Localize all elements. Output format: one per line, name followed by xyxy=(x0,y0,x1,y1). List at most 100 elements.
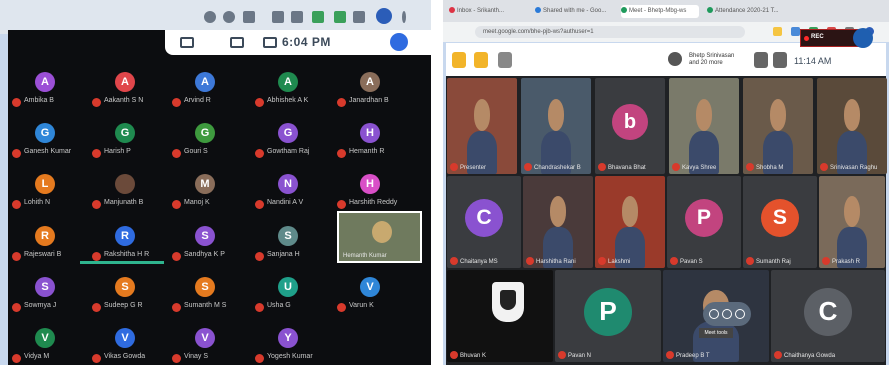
layout-icon[interactable] xyxy=(180,37,194,48)
participant-tile[interactable]: N Nandini A V xyxy=(255,166,341,216)
participant-tile[interactable]: V Vidya M xyxy=(12,320,98,365)
mic-off-icon xyxy=(12,354,21,363)
participant-tile[interactable]: Harshitha Rani xyxy=(523,176,593,268)
extension-icon[interactable] xyxy=(312,11,324,23)
menu-icon[interactable] xyxy=(402,11,406,23)
extension-icon[interactable] xyxy=(272,11,284,23)
meet-tools-control[interactable] xyxy=(703,302,751,326)
participant-avatar xyxy=(115,174,135,194)
participant-name: Vidya M xyxy=(24,353,50,360)
mic-off-icon xyxy=(172,354,181,363)
tool-icon[interactable] xyxy=(709,309,719,319)
video-tile[interactable]: Hemanth Kumar xyxy=(337,211,422,263)
extension-icon[interactable] xyxy=(291,11,303,23)
participant-tile[interactable]: G Harish P xyxy=(92,115,178,165)
tool-icon[interactable] xyxy=(722,309,732,319)
participant-tile[interactable]: Kavya Shree xyxy=(669,78,739,174)
participant-tile[interactable]: S Sudeep G R xyxy=(92,269,178,319)
participant-avatar: H xyxy=(360,123,380,143)
participant-tile[interactable]: G Gowtham Raj xyxy=(255,115,341,165)
participant-tile[interactable]: A Janardhan B xyxy=(337,64,423,114)
participant-face xyxy=(695,99,713,131)
mic-off-icon xyxy=(92,98,101,107)
active-speaker-indicator xyxy=(80,261,164,264)
tab-drive[interactable]: Shared with me - Goo... xyxy=(535,5,613,18)
participant-tile[interactable]: S Sumanth M S xyxy=(172,269,258,319)
people-icon[interactable] xyxy=(754,52,768,68)
mic-off-icon xyxy=(172,149,181,158)
tab-sheet[interactable]: Attendance 2020-21 T... xyxy=(707,5,785,18)
participant-tile[interactable]: Manjunath B xyxy=(92,166,178,216)
mic-off-icon xyxy=(12,149,21,158)
participant-tile[interactable]: A Abhishek A K xyxy=(255,64,341,114)
tab-meet[interactable]: Meet - Bhetp-Mbg-ws xyxy=(621,5,699,18)
participant-tile[interactable]: S Sumanth Raj xyxy=(743,176,817,268)
participant-tile[interactable]: A Ambika B xyxy=(12,64,98,114)
participant-tile[interactable]: A Arvind R xyxy=(172,64,258,114)
participant-avatar: G xyxy=(35,123,55,143)
participant-tile[interactable]: V Vinay S xyxy=(172,320,258,365)
participant-tile[interactable]: Shobha M xyxy=(743,78,813,174)
account-avatar[interactable] xyxy=(853,28,873,48)
participant-tile[interactable]: V Vikas Gowda xyxy=(92,320,178,365)
tool-icon[interactable] xyxy=(735,309,745,319)
participant-tile[interactable]: Bhuvan K xyxy=(447,270,553,362)
participant-tile[interactable]: C Chaitanya MS xyxy=(447,176,521,268)
participant-name: Arvind R xyxy=(184,97,211,104)
participant-tile[interactable]: G Ganesh Kumar xyxy=(12,115,98,165)
profile-avatar[interactable] xyxy=(376,8,392,24)
mic-off-icon xyxy=(172,98,181,107)
participant-tile[interactable]: P Pavan N xyxy=(555,270,661,362)
mic-off-icon xyxy=(255,252,264,261)
participant-name: Sumanth M S xyxy=(184,302,227,309)
participant-tile[interactable]: H Hemanth R xyxy=(337,115,423,165)
participant-name: Kavya Shree xyxy=(682,165,717,171)
url-field[interactable]: meet.google.com/bhe-pjb-ws?authuser=1 xyxy=(475,26,745,38)
participant-tile[interactable]: S Sandhya K P xyxy=(172,218,258,268)
search-icon[interactable] xyxy=(223,11,235,23)
participant-tile[interactable]: Chandrashekar B xyxy=(521,78,591,174)
hand-icon[interactable] xyxy=(452,52,466,68)
participant-tile[interactable]: S Sanjana H xyxy=(255,218,341,268)
participant-avatar: A xyxy=(278,72,298,92)
participant-name: Pavan S xyxy=(680,259,703,265)
participant-tile[interactable]: A Aakanth S N xyxy=(92,64,178,114)
minimize-icon[interactable] xyxy=(204,11,216,23)
extension-icon[interactable] xyxy=(353,11,365,23)
participant-tile[interactable]: C Chaithanya Gowda xyxy=(771,270,885,362)
participant-tile[interactable]: H Harshith Reddy xyxy=(337,166,423,216)
tab-inbox[interactable]: Inbox - Srikanth... xyxy=(449,5,527,18)
participant-tile[interactable]: Prakash R xyxy=(819,176,885,268)
participant-tile[interactable]: Srinivasan Raghu xyxy=(817,78,887,174)
extension-icon[interactable] xyxy=(791,27,800,36)
extension-icon[interactable] xyxy=(334,11,346,23)
participant-name: Vikas Gowda xyxy=(104,353,146,360)
participant-tile[interactable]: V Varun K xyxy=(337,269,423,319)
participant-tile[interactable]: G Gouri S xyxy=(172,115,258,165)
participant-name: Hemanth R xyxy=(349,148,385,155)
participant-tile[interactable]: S Sowmya J xyxy=(12,269,98,319)
chat-icon[interactable] xyxy=(773,52,787,68)
share-icon[interactable] xyxy=(243,11,255,23)
participant-tile[interactable]: M Manoj K xyxy=(172,166,258,216)
mic-off-icon xyxy=(450,257,458,265)
chat-icon[interactable] xyxy=(263,37,277,48)
account-avatar[interactable] xyxy=(390,33,408,51)
settings-icon[interactable] xyxy=(498,52,512,68)
participant-tile[interactable]: b Bhavana Bhat xyxy=(595,78,665,174)
participant-avatar: S xyxy=(35,277,55,297)
participant-tile[interactable]: Y Yogesh Kumar xyxy=(255,320,341,365)
participant-name: Vinay S xyxy=(184,353,208,360)
participant-name: Sumanth Raj xyxy=(756,259,791,265)
people-icon[interactable] xyxy=(230,37,244,48)
emoji-icon[interactable] xyxy=(474,52,488,68)
mic-off-icon xyxy=(12,200,21,209)
participant-tile[interactable]: Presenter xyxy=(447,78,517,174)
extension-icon[interactable] xyxy=(773,27,782,36)
participant-face xyxy=(547,99,565,131)
participant-tile[interactable]: U Usha G xyxy=(255,269,341,319)
participant-tile[interactable]: L Lohith N xyxy=(12,166,98,216)
participant-avatar: N xyxy=(278,174,298,194)
participant-tile[interactable]: Lakshmi xyxy=(595,176,665,268)
participant-tile[interactable]: P Pavan S xyxy=(667,176,741,268)
